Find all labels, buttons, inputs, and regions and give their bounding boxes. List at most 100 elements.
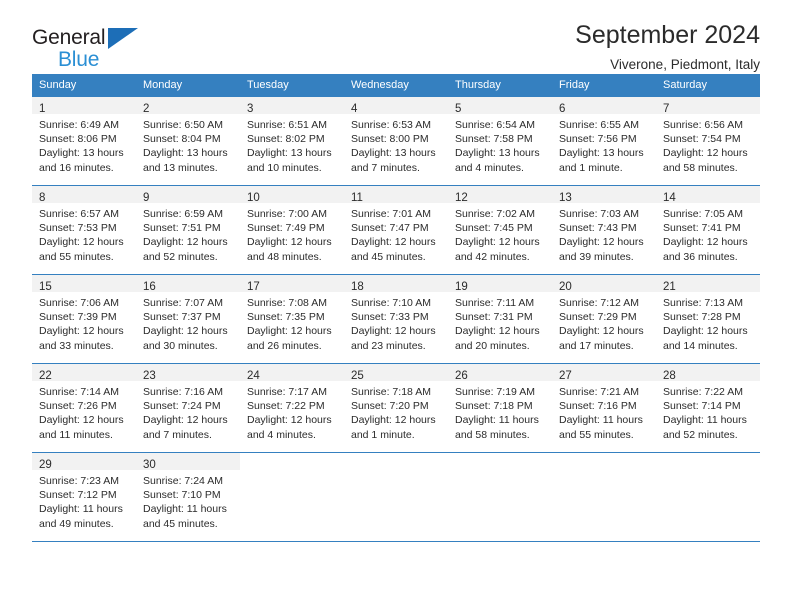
day-cell[interactable]: 27 Sunrise: 7:21 AM Sunset: 7:16 PM Dayligh… — [552, 364, 656, 452]
empty-day-placeholder — [656, 453, 760, 541]
day-details: Sunrise: 7:10 AM Sunset: 7:33 PM Daylight:… — [344, 292, 448, 353]
day-number: 22 — [39, 370, 52, 382]
calendar-cell[interactable]: 22 Sunrise: 7:14 AM Sunset: 7:26 PM Dayligh… — [32, 363, 136, 453]
calendar-cell[interactable]: 24 Sunrise: 7:17 AM Sunset: 7:22 PM Dayligh… — [240, 363, 344, 453]
day-cell[interactable]: 13 Sunrise: 7:03 AM Sunset: 7:43 PM Dayligh… — [552, 186, 656, 274]
day-cell[interactable]: 1 Sunrise: 6:49 AM Sunset: 8:06 PM Daylight… — [32, 97, 136, 185]
calendar-cell[interactable]: 21 Sunrise: 7:13 AM Sunset: 7:28 PM Dayligh… — [656, 274, 760, 364]
calendar-cell[interactable]: 5 Sunrise: 6:54 AM Sunset: 7:58 PM Daylight… — [448, 96, 552, 186]
sunrise-text: Sunrise: 7:13 AM — [663, 297, 743, 309]
day-number-band: 16 — [136, 275, 240, 293]
day-cell[interactable]: 2 Sunrise: 6:50 AM Sunset: 8:04 PM Daylight… — [136, 97, 240, 185]
day-cell[interactable]: 7 Sunrise: 6:56 AM Sunset: 7:54 PM Daylight… — [656, 97, 760, 185]
calendar-cell[interactable]: 26 Sunrise: 7:19 AM Sunset: 7:18 PM Dayligh… — [448, 363, 552, 453]
day-cell[interactable]: 3 Sunrise: 6:51 AM Sunset: 8:02 PM Daylight… — [240, 97, 344, 185]
calendar-cell[interactable]: 6 Sunrise: 6:55 AM Sunset: 7:56 PM Daylight… — [552, 96, 656, 186]
daylight-text-line2: and 10 minutes. — [247, 161, 322, 174]
calendar-cell[interactable]: 11 Sunrise: 7:01 AM Sunset: 7:47 PM Dayligh… — [344, 185, 448, 275]
sunrise-text: Sunrise: 6:53 AM — [351, 119, 431, 131]
general-blue-logo[interactable]: General Blue — [32, 26, 162, 74]
day-details: Sunrise: 6:50 AM Sunset: 8:04 PM Daylight:… — [136, 114, 240, 175]
day-cell[interactable]: 9 Sunrise: 6:59 AM Sunset: 7:51 PM Daylight… — [136, 186, 240, 274]
calendar-cell[interactable]: 16 Sunrise: 7:07 AM Sunset: 7:37 PM Dayligh… — [136, 274, 240, 364]
calendar-cell[interactable]: 19 Sunrise: 7:11 AM Sunset: 7:31 PM Dayligh… — [448, 274, 552, 364]
calendar-week-row: 29 Sunrise: 7:23 AM Sunset: 7:12 PM Dayligh… — [32, 452, 760, 542]
daylight-text-line1: Daylight: 12 hours — [143, 236, 228, 249]
daylight-text-line2: and 16 minutes. — [39, 161, 114, 174]
calendar-cell[interactable]: 3 Sunrise: 6:51 AM Sunset: 8:02 PM Daylight… — [240, 96, 344, 186]
day-cell[interactable]: 20 Sunrise: 7:12 AM Sunset: 7:29 PM Dayligh… — [552, 275, 656, 363]
sunrise-text: Sunrise: 6:57 AM — [39, 208, 119, 220]
sunset-text: Sunset: 7:35 PM — [247, 311, 325, 324]
day-cell[interactable]: 17 Sunrise: 7:08 AM Sunset: 7:35 PM Dayligh… — [240, 275, 344, 363]
day-cell[interactable]: 5 Sunrise: 6:54 AM Sunset: 7:58 PM Daylight… — [448, 97, 552, 185]
day-cell[interactable]: 8 Sunrise: 6:57 AM Sunset: 7:53 PM Daylight… — [32, 186, 136, 274]
daylight-text-line2: and 1 minute. — [351, 428, 415, 441]
calendar-cell[interactable]: 1 Sunrise: 6:49 AM Sunset: 8:06 PM Daylight… — [32, 96, 136, 186]
day-cell[interactable]: 10 Sunrise: 7:00 AM Sunset: 7:49 PM Dayligh… — [240, 186, 344, 274]
day-cell[interactable]: 18 Sunrise: 7:10 AM Sunset: 7:33 PM Dayligh… — [344, 275, 448, 363]
day-cell[interactable]: 19 Sunrise: 7:11 AM Sunset: 7:31 PM Dayligh… — [448, 275, 552, 363]
calendar-cell[interactable]: 13 Sunrise: 7:03 AM Sunset: 7:43 PM Dayligh… — [552, 185, 656, 275]
day-cell[interactable]: 12 Sunrise: 7:02 AM Sunset: 7:45 PM Dayligh… — [448, 186, 552, 274]
daylight-text-line2: and 1 minute. — [559, 161, 623, 174]
day-number-band: 22 — [32, 364, 136, 382]
calendar-cell[interactable]: 14 Sunrise: 7:05 AM Sunset: 7:41 PM Dayligh… — [656, 185, 760, 275]
calendar-body: 1 Sunrise: 6:49 AM Sunset: 8:06 PM Daylight… — [32, 96, 760, 542]
day-cell[interactable]: 29 Sunrise: 7:23 AM Sunset: 7:12 PM Dayligh… — [32, 453, 136, 541]
calendar-page: General Blue September 2024 Viverone, Pi… — [0, 0, 792, 612]
calendar-cell[interactable]: 12 Sunrise: 7:02 AM Sunset: 7:45 PM Dayligh… — [448, 185, 552, 275]
day-cell[interactable]: 23 Sunrise: 7:16 AM Sunset: 7:24 PM Dayligh… — [136, 364, 240, 452]
calendar-cell[interactable]: 8 Sunrise: 6:57 AM Sunset: 7:53 PM Daylight… — [32, 185, 136, 275]
calendar-cell[interactable]: 4 Sunrise: 6:53 AM Sunset: 8:00 PM Daylight… — [344, 96, 448, 186]
calendar-cell[interactable]: 7 Sunrise: 6:56 AM Sunset: 7:54 PM Daylight… — [656, 96, 760, 186]
daylight-text-line1: Daylight: 12 hours — [455, 236, 540, 249]
sunset-text: Sunset: 7:16 PM — [559, 400, 637, 413]
sunrise-text: Sunrise: 7:11 AM — [455, 297, 535, 309]
daylight-text-line2: and 42 minutes. — [455, 250, 530, 263]
calendar-cell[interactable]: 20 Sunrise: 7:12 AM Sunset: 7:29 PM Dayligh… — [552, 274, 656, 364]
calendar-cell[interactable]: 23 Sunrise: 7:16 AM Sunset: 7:24 PM Dayligh… — [136, 363, 240, 453]
day-cell[interactable]: 21 Sunrise: 7:13 AM Sunset: 7:28 PM Dayligh… — [656, 275, 760, 363]
day-details: Sunrise: 7:00 AM Sunset: 7:49 PM Daylight:… — [240, 203, 344, 264]
calendar-week-row: 1 Sunrise: 6:49 AM Sunset: 8:06 PM Daylight… — [32, 96, 760, 186]
daylight-text-line2: and 33 minutes. — [39, 339, 114, 352]
day-cell[interactable]: 14 Sunrise: 7:05 AM Sunset: 7:41 PM Dayligh… — [656, 186, 760, 274]
calendar-cell[interactable]: 15 Sunrise: 7:06 AM Sunset: 7:39 PM Dayligh… — [32, 274, 136, 364]
day-cell[interactable]: 24 Sunrise: 7:17 AM Sunset: 7:22 PM Dayligh… — [240, 364, 344, 452]
day-details: Sunrise: 7:21 AM Sunset: 7:16 PM Daylight:… — [552, 381, 656, 442]
day-number: 17 — [247, 281, 260, 293]
day-number: 19 — [455, 281, 468, 293]
day-cell[interactable]: 26 Sunrise: 7:19 AM Sunset: 7:18 PM Dayligh… — [448, 364, 552, 452]
day-number-band: 14 — [656, 186, 760, 204]
day-cell[interactable]: 6 Sunrise: 6:55 AM Sunset: 7:56 PM Daylight… — [552, 97, 656, 185]
weekday-header-row: Sunday Monday Tuesday Wednesday Thursday… — [32, 74, 760, 97]
calendar-cell[interactable]: 9 Sunrise: 6:59 AM Sunset: 7:51 PM Daylight… — [136, 185, 240, 275]
calendar-cell[interactable]: 2 Sunrise: 6:50 AM Sunset: 8:04 PM Daylight… — [136, 96, 240, 186]
day-cell[interactable]: 28 Sunrise: 7:22 AM Sunset: 7:14 PM Dayligh… — [656, 364, 760, 452]
day-number: 25 — [351, 370, 364, 382]
calendar-cell[interactable]: 10 Sunrise: 7:00 AM Sunset: 7:49 PM Dayligh… — [240, 185, 344, 275]
calendar-cell[interactable]: 29 Sunrise: 7:23 AM Sunset: 7:12 PM Dayligh… — [32, 452, 136, 542]
calendar-cell[interactable]: 17 Sunrise: 7:08 AM Sunset: 7:35 PM Dayligh… — [240, 274, 344, 364]
calendar-cell[interactable]: 18 Sunrise: 7:10 AM Sunset: 7:33 PM Dayligh… — [344, 274, 448, 364]
day-cell[interactable]: 11 Sunrise: 7:01 AM Sunset: 7:47 PM Dayligh… — [344, 186, 448, 274]
day-number-band: 11 — [344, 186, 448, 204]
day-cell[interactable]: 16 Sunrise: 7:07 AM Sunset: 7:37 PM Dayligh… — [136, 275, 240, 363]
calendar-cell[interactable]: 28 Sunrise: 7:22 AM Sunset: 7:14 PM Dayligh… — [656, 363, 760, 453]
daylight-text-line1: Daylight: 12 hours — [351, 414, 436, 427]
calendar-cell[interactable]: 25 Sunrise: 7:18 AM Sunset: 7:20 PM Dayligh… — [344, 363, 448, 453]
daylight-text-line1: Daylight: 12 hours — [143, 414, 228, 427]
weekday-header-saturday: Saturday — [656, 74, 760, 97]
day-cell[interactable]: 15 Sunrise: 7:06 AM Sunset: 7:39 PM Dayligh… — [32, 275, 136, 363]
day-cell[interactable]: 22 Sunrise: 7:14 AM Sunset: 7:26 PM Dayligh… — [32, 364, 136, 452]
day-cell[interactable]: 4 Sunrise: 6:53 AM Sunset: 8:00 PM Daylight… — [344, 97, 448, 185]
calendar-cell[interactable]: 27 Sunrise: 7:21 AM Sunset: 7:16 PM Dayligh… — [552, 363, 656, 453]
daylight-text-line1: Daylight: 12 hours — [663, 325, 748, 338]
calendar-cell[interactable]: 30 Sunrise: 7:24 AM Sunset: 7:10 PM Dayligh… — [136, 452, 240, 542]
day-cell[interactable]: 30 Sunrise: 7:24 AM Sunset: 7:10 PM Dayligh… — [136, 453, 240, 541]
day-cell[interactable]: 25 Sunrise: 7:18 AM Sunset: 7:20 PM Dayligh… — [344, 364, 448, 452]
calendar-cell-empty — [552, 452, 656, 542]
sunset-text: Sunset: 7:29 PM — [559, 311, 637, 324]
sunset-text: Sunset: 7:14 PM — [663, 400, 741, 413]
